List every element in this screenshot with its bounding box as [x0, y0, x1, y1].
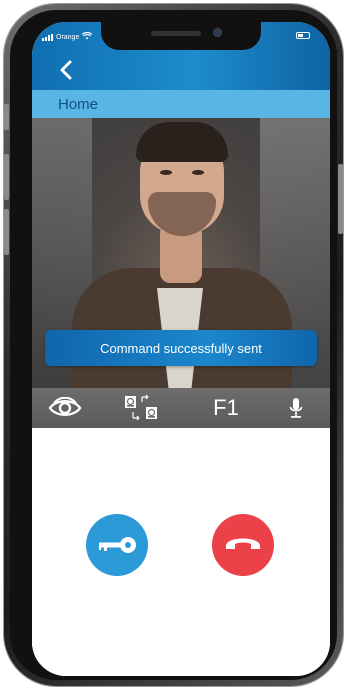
view-button[interactable] — [44, 388, 86, 428]
eye-icon — [48, 397, 82, 416]
earpiece-speaker — [151, 31, 201, 36]
camera-switch-icon — [125, 394, 157, 421]
wifi-icon — [82, 31, 93, 42]
microphone-button[interactable] — [282, 388, 310, 428]
power-button — [338, 164, 343, 234]
call-toolbar: F1 — [32, 388, 330, 428]
signal-icon — [42, 33, 53, 41]
call-controls — [32, 428, 330, 676]
status-bar-left: Orange — [42, 31, 93, 42]
phone-notch — [101, 22, 261, 50]
hang-up-button[interactable] — [212, 514, 274, 576]
key-icon — [99, 537, 136, 553]
phone-hangup-icon — [226, 538, 260, 549]
phone-screen: Orange Home Command successfully sent F1 — [32, 22, 330, 676]
carrier-name: Orange — [56, 33, 80, 41]
mute-switch — [4, 104, 9, 130]
camera-switch-button[interactable] — [120, 388, 164, 428]
status-toast: Command successfully sent — [45, 330, 317, 366]
volume-up-button — [4, 154, 9, 200]
front-camera — [213, 28, 222, 37]
function-f1-button[interactable]: F1 — [206, 388, 246, 428]
microphone-icon — [289, 398, 303, 418]
video-feed: Command successfully sent — [32, 118, 330, 388]
page-title: Home — [58, 96, 99, 113]
volume-down-button — [4, 209, 9, 255]
page-title-bar: Home — [32, 90, 330, 118]
unlock-door-button[interactable] — [86, 514, 148, 576]
phone-frame: Orange Home Command successfully sent F1 — [4, 4, 343, 686]
chevron-left-icon — [60, 60, 72, 80]
battery-icon — [296, 32, 310, 39]
back-button[interactable] — [56, 58, 78, 82]
app-header: Orange — [32, 22, 330, 90]
